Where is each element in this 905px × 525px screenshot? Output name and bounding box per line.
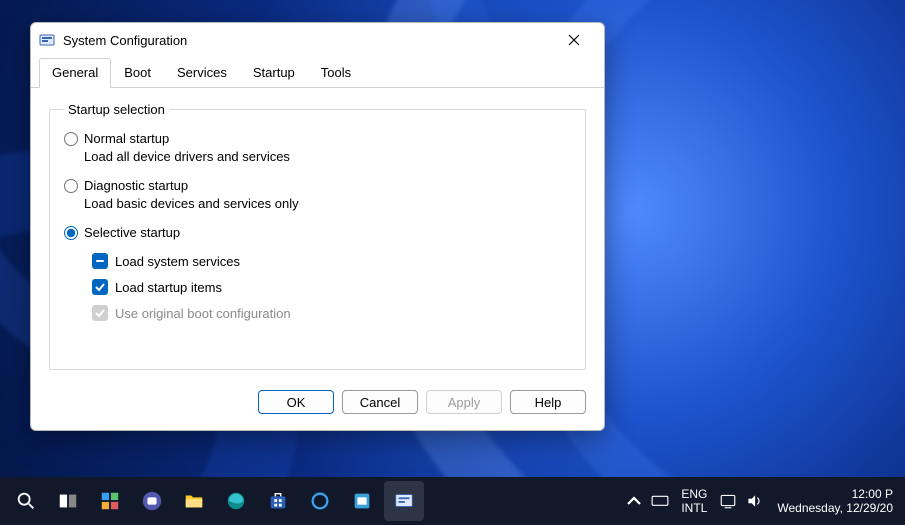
network-icon[interactable] — [719, 492, 737, 510]
tab-label: Services — [177, 65, 227, 80]
volume-icon[interactable] — [745, 492, 763, 510]
check-label: Use original boot configuration — [115, 306, 291, 321]
msconfig-taskbar-icon[interactable] — [384, 481, 424, 521]
tab-tools[interactable]: Tools — [308, 58, 364, 88]
radio-desc: Load basic devices and services only — [84, 196, 571, 211]
date-text: Wednesday, 12/29/20 — [777, 501, 893, 515]
ok-button[interactable]: OK — [258, 390, 334, 414]
msconfig-icon — [39, 32, 55, 48]
check-load-startup-items[interactable]: Load startup items — [92, 279, 571, 295]
radio-label: Diagnostic startup — [84, 178, 188, 193]
radio-normal-startup[interactable]: Normal startup — [64, 131, 571, 146]
search-icon[interactable] — [6, 481, 46, 521]
button-label: Cancel — [360, 395, 400, 410]
group-legend: Startup selection — [64, 102, 169, 117]
clock[interactable]: 12:00 P Wednesday, 12/29/20 — [771, 487, 899, 516]
button-label: Apply — [448, 395, 481, 410]
tab-startup[interactable]: Startup — [240, 58, 308, 88]
widgets-icon[interactable] — [90, 481, 130, 521]
help-button[interactable]: Help — [510, 390, 586, 414]
checkbox-icon — [92, 279, 108, 295]
taskbar-left — [6, 481, 424, 521]
app-icon[interactable] — [342, 481, 382, 521]
tab-general[interactable]: General — [39, 58, 111, 88]
checkbox-icon — [92, 253, 108, 269]
radio-selective-startup[interactable]: Selective startup — [64, 225, 571, 240]
radio-label: Selective startup — [84, 225, 180, 240]
dialog-button-row: OK Cancel Apply Help — [31, 380, 604, 430]
edge-icon[interactable] — [216, 481, 256, 521]
tab-boot[interactable]: Boot — [111, 58, 164, 88]
lang-line1: ENG — [681, 487, 707, 501]
tab-content: Startup selection Normal startup Load al… — [31, 88, 604, 380]
desktop-background: System Configuration General Boot Servic… — [0, 0, 905, 525]
checkbox-icon — [92, 305, 108, 321]
lang-line2: INTL — [681, 501, 707, 515]
tab-label: General — [52, 65, 98, 80]
tab-label: Tools — [321, 65, 351, 80]
radio-desc: Load all device drivers and services — [84, 149, 571, 164]
close-button[interactable] — [552, 25, 596, 55]
radio-label: Normal startup — [84, 131, 169, 146]
radio-input[interactable] — [64, 226, 78, 240]
task-view-icon[interactable] — [48, 481, 88, 521]
startup-selection-group: Startup selection Normal startup Load al… — [49, 102, 586, 370]
chevron-up-icon[interactable] — [625, 492, 643, 510]
file-explorer-icon[interactable] — [174, 481, 214, 521]
keyboard-icon[interactable] — [651, 492, 669, 510]
system-configuration-window: System Configuration General Boot Servic… — [30, 22, 605, 431]
cancel-button[interactable]: Cancel — [342, 390, 418, 414]
tab-label: Startup — [253, 65, 295, 80]
apply-button[interactable]: Apply — [426, 390, 502, 414]
radio-input[interactable] — [64, 179, 78, 193]
taskbar: ENG INTL 12:00 P Wednesday, 12/29/20 — [0, 477, 905, 525]
language-indicator[interactable]: ENG INTL — [677, 487, 711, 516]
tab-strip: General Boot Services Startup Tools — [31, 57, 604, 88]
check-label: Load system services — [115, 254, 240, 269]
check-load-system-services[interactable]: Load system services — [92, 253, 571, 269]
taskbar-right: ENG INTL 12:00 P Wednesday, 12/29/20 — [625, 487, 899, 516]
tab-services[interactable]: Services — [164, 58, 240, 88]
button-label: Help — [535, 395, 562, 410]
button-label: OK — [287, 395, 306, 410]
radio-input[interactable] — [64, 132, 78, 146]
radio-diagnostic-startup[interactable]: Diagnostic startup — [64, 178, 571, 193]
cortana-icon[interactable] — [300, 481, 340, 521]
check-use-original-boot: Use original boot configuration — [92, 305, 571, 321]
check-label: Load startup items — [115, 280, 222, 295]
window-title: System Configuration — [63, 33, 187, 48]
teams-icon[interactable] — [132, 481, 172, 521]
tab-label: Boot — [124, 65, 151, 80]
time-text: 12:00 P — [777, 487, 893, 501]
titlebar[interactable]: System Configuration — [31, 23, 604, 57]
store-icon[interactable] — [258, 481, 298, 521]
